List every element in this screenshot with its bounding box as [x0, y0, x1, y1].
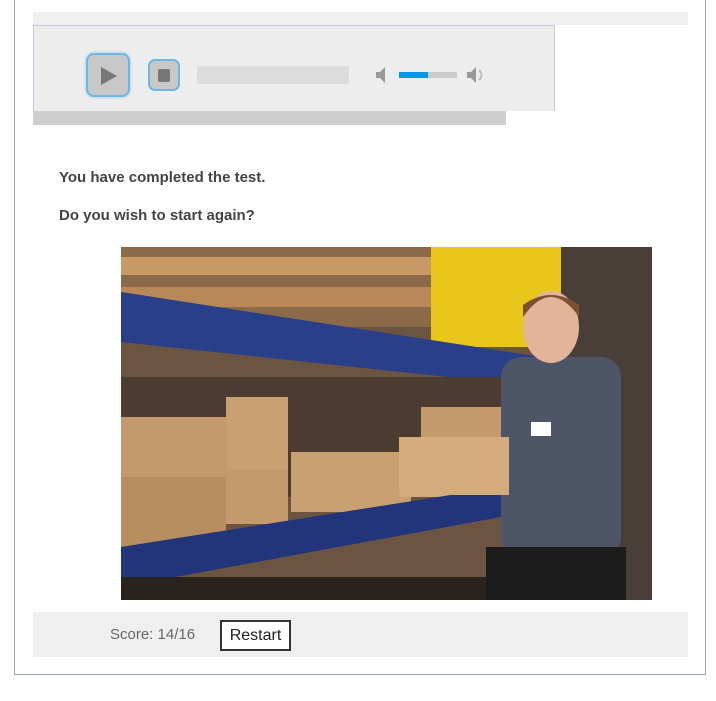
- player-bottom-bar: [33, 111, 506, 125]
- volume-fill: [399, 72, 428, 78]
- restart-prompt: Do you wish to start again?: [59, 207, 255, 224]
- play-icon: [101, 67, 117, 85]
- play-button[interactable]: [86, 53, 130, 97]
- warehouse-worker-image: [121, 247, 652, 600]
- volume-high-icon[interactable]: [466, 66, 490, 84]
- stop-button[interactable]: [148, 59, 180, 91]
- stop-icon: [158, 69, 170, 82]
- volume-low-icon[interactable]: [375, 66, 391, 84]
- volume-slider[interactable]: [399, 72, 457, 78]
- completion-message: You have completed the test.: [59, 169, 266, 186]
- top-bar: [33, 12, 688, 25]
- restart-button[interactable]: Restart: [220, 620, 291, 651]
- audio-progress-bar[interactable]: [197, 66, 349, 84]
- score-label: Score: 14/16: [110, 626, 196, 643]
